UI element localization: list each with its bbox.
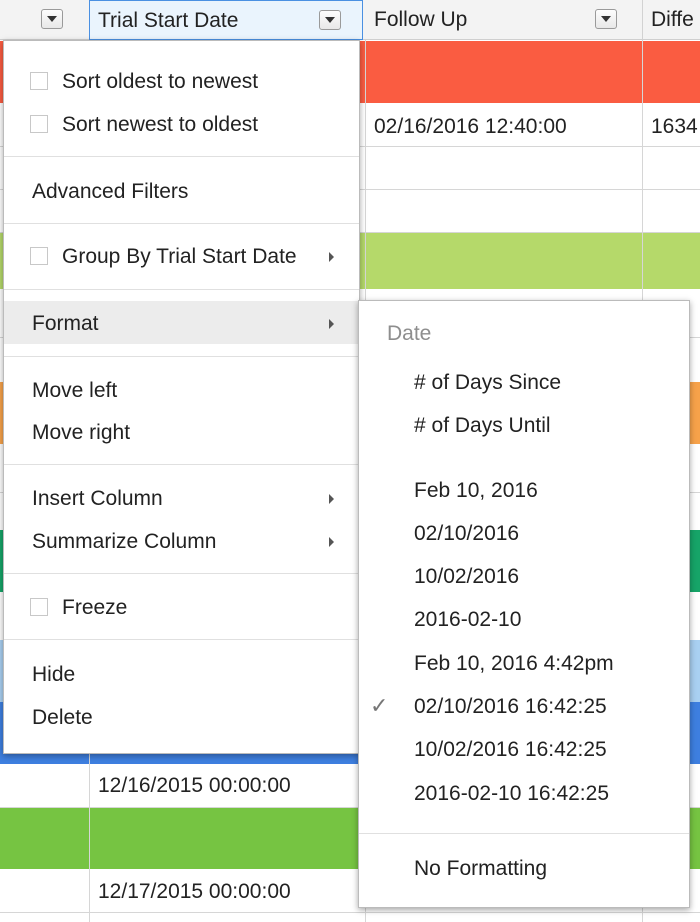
menu-item-label: Insert Column (32, 487, 163, 510)
format-option-date[interactable]: Feb 10, 2016 4:42pm (359, 643, 689, 683)
format-option-label: 02/10/2016 16:42:25 (414, 695, 607, 718)
format-option-label: 02/10/2016 (414, 522, 520, 545)
submenu-heading-label: Date (387, 322, 432, 345)
column-header-follow-up[interactable]: Follow Up (363, 0, 643, 40)
submenu-arrow-icon (329, 537, 334, 547)
format-option-date[interactable]: 10/02/2016 (359, 556, 689, 596)
column-context-menu: Sort oldest to newest Sort newest to old… (3, 40, 360, 754)
column-title: Follow Up (374, 8, 468, 31)
menu-item-label: Move left (32, 379, 118, 402)
format-option-label: 2016-02-10 (414, 608, 522, 631)
submenu-arrow-icon (329, 319, 334, 329)
cell-difference[interactable]: 1634 (651, 115, 698, 139)
menu-item-hide[interactable]: Hide (4, 654, 359, 694)
menu-item-advanced-filters[interactable]: Advanced Filters (4, 171, 359, 211)
menu-item-label: Hide (32, 663, 76, 686)
menu-item-summarize-column[interactable]: Summarize Column (4, 521, 359, 561)
menu-item-label: Advanced Filters (32, 180, 189, 203)
trial-start-date-dropdown-icon[interactable] (319, 10, 341, 30)
format-option-date-selected[interactable]: ✓ 02/10/2016 16:42:25 (359, 686, 689, 726)
menu-item-label: Group By Trial Start Date (62, 245, 297, 268)
format-option-date[interactable]: Feb 10, 2016 (359, 470, 689, 510)
menu-item-format[interactable]: Format (4, 301, 359, 344)
format-option-label: 2016-02-10 16:42:25 (414, 782, 609, 805)
sort-oldest-checkbox[interactable] (30, 72, 48, 90)
menu-item-label: Move right (32, 421, 131, 444)
cell-trial-start-date[interactable]: 12/17/2015 00:00:00 (98, 880, 291, 904)
menu-item-move-left[interactable]: Move left (4, 370, 359, 410)
menu-item-group-by[interactable]: Group By Trial Start Date (4, 236, 359, 276)
format-option-days-since[interactable]: # of Days Since (359, 362, 689, 402)
format-option-label: No Formatting (414, 857, 548, 880)
menu-item-move-right[interactable]: Move right (4, 412, 359, 452)
menu-item-sort-oldest[interactable]: Sort oldest to newest (4, 61, 359, 101)
menu-separator (359, 833, 689, 834)
submenu-arrow-icon (329, 252, 334, 262)
menu-item-label: Freeze (62, 596, 128, 619)
menu-separator (4, 289, 359, 290)
submenu-heading: Date (359, 301, 689, 361)
cell-follow-up[interactable]: 02/16/2016 12:40:00 (374, 115, 567, 139)
format-option-label: 10/02/2016 (414, 565, 520, 588)
format-option-date[interactable]: 10/02/2016 16:42:25 (359, 729, 689, 769)
format-option-date[interactable]: 2016-02-10 (359, 599, 689, 639)
freeze-checkbox[interactable] (30, 598, 48, 616)
format-submenu: Date # of Days Since # of Days Until Feb… (358, 300, 690, 908)
follow-up-dropdown-icon[interactable] (595, 9, 617, 29)
grid-hline (0, 912, 700, 913)
menu-item-label: Format (32, 312, 99, 335)
menu-item-delete[interactable]: Delete (4, 697, 359, 737)
column-header-difference[interactable]: Diffe (643, 0, 700, 40)
format-option-label: 10/02/2016 16:42:25 (414, 738, 607, 761)
menu-item-label: Sort oldest to newest (62, 70, 259, 93)
format-option-days-until[interactable]: # of Days Until (359, 405, 689, 445)
group-by-checkbox[interactable] (30, 247, 48, 265)
menu-item-sort-newest[interactable]: Sort newest to oldest (4, 104, 359, 144)
cell-trial-start-date[interactable]: 12/16/2015 00:00:00 (98, 774, 291, 798)
menu-separator (4, 464, 359, 465)
format-option-date[interactable]: 2016-02-10 16:42:25 (359, 773, 689, 813)
submenu-arrow-icon (329, 494, 334, 504)
menu-separator (4, 639, 359, 640)
column-1-dropdown-icon[interactable] (41, 9, 63, 29)
format-option-label: Feb 10, 2016 4:42pm (414, 652, 614, 675)
format-option-label: # of Days Since (414, 371, 562, 394)
checkmark-icon: ✓ (370, 694, 389, 719)
menu-item-label: Summarize Column (32, 530, 217, 553)
format-option-date[interactable]: 02/10/2016 (359, 513, 689, 553)
column-header-1[interactable] (0, 0, 90, 40)
column-title: Trial Start Date (98, 9, 239, 32)
menu-item-label: Sort newest to oldest (62, 113, 259, 136)
menu-item-insert-column[interactable]: Insert Column (4, 478, 359, 518)
format-option-label: Feb 10, 2016 (414, 479, 538, 502)
column-header-trial-start-date[interactable]: Trial Start Date (89, 0, 363, 40)
format-option-no-formatting[interactable]: No Formatting (359, 848, 689, 888)
column-title: Diffe (651, 8, 694, 31)
menu-separator (4, 223, 359, 224)
sort-newest-checkbox[interactable] (30, 115, 48, 133)
menu-separator (4, 573, 359, 574)
menu-item-freeze[interactable]: Freeze (4, 587, 359, 627)
menu-separator (4, 156, 359, 157)
menu-item-label: Delete (32, 706, 93, 729)
menu-separator (4, 356, 359, 357)
format-option-label: # of Days Until (414, 414, 551, 437)
